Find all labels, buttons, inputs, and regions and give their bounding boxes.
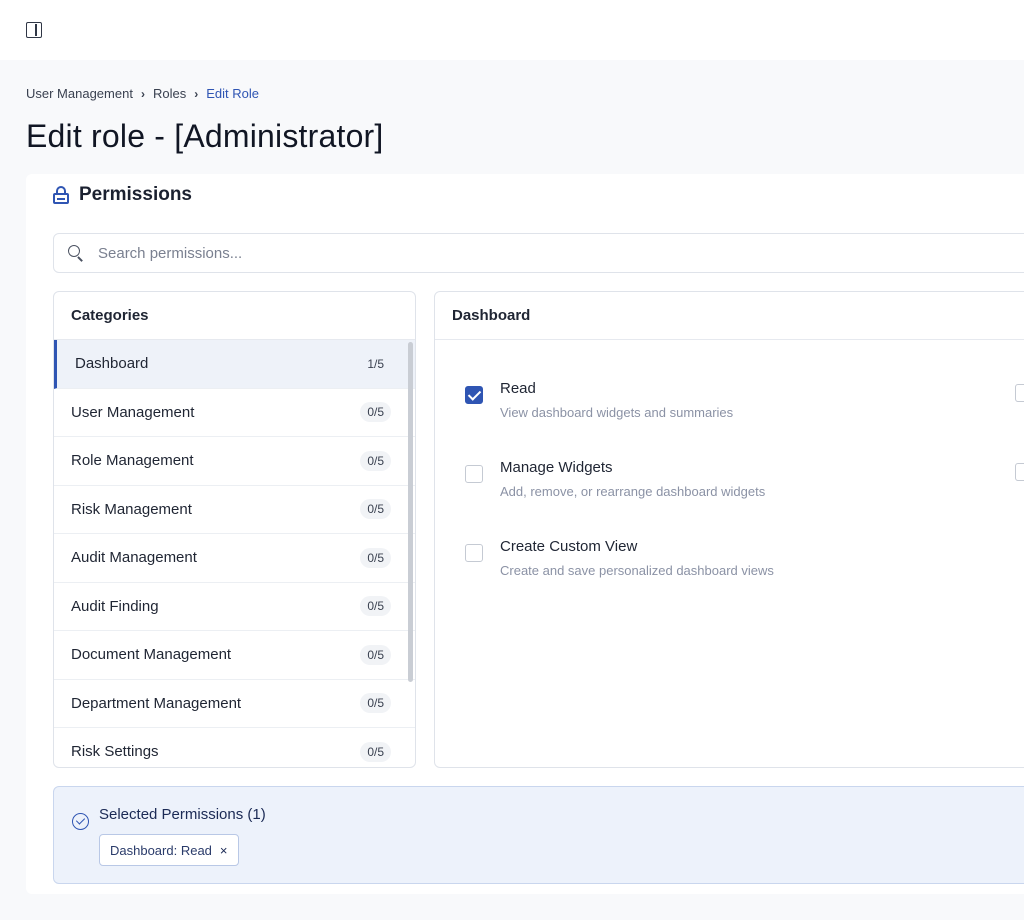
- category-count: 0/5: [360, 450, 391, 471]
- category-item-risk-management[interactable]: Risk Management 0/5: [54, 486, 415, 534]
- category-count: 0/5: [360, 596, 391, 617]
- category-label: Risk Management: [71, 500, 192, 518]
- permission-checkbox-manage-widgets[interactable]: [465, 465, 483, 483]
- search-input[interactable]: [98, 244, 998, 262]
- permission-checkbox-extra[interactable]: [1015, 463, 1024, 481]
- category-item-document-management[interactable]: Document Management 0/5: [54, 631, 415, 680]
- categories-panel: Categories Dashboard 1/5 User Management…: [53, 291, 416, 768]
- permission-name: Manage Widgets: [500, 459, 613, 476]
- category-item-department-management[interactable]: Department Management 0/5: [54, 680, 415, 728]
- category-item-dashboard[interactable]: Dashboard 1/5: [54, 340, 415, 389]
- breadcrumb: User Management › Roles › Edit Role: [26, 86, 259, 101]
- search-icon: [68, 245, 84, 261]
- category-count: 0/5: [360, 547, 391, 568]
- search-box: [53, 233, 1024, 273]
- details-header: Dashboard: [435, 292, 1024, 340]
- breadcrumb-separator: ›: [194, 86, 199, 101]
- top-bar: [0, 0, 1024, 60]
- selected-permissions-title: Selected Permissions (1): [99, 806, 266, 823]
- page-title: Edit role - [Administrator]: [26, 118, 384, 154]
- category-label: User Management: [71, 403, 195, 421]
- sidebar-toggle-icon[interactable]: [26, 22, 42, 38]
- permission-details-panel: Dashboard Read View dashboard widgets an…: [434, 291, 1024, 768]
- breadcrumb-separator: ›: [140, 86, 145, 101]
- categories-list: Dashboard 1/5 User Management 0/5 Role M…: [54, 340, 415, 767]
- permissions-header: Permissions: [53, 184, 192, 206]
- close-icon[interactable]: ×: [220, 843, 228, 858]
- permission-description: Create and save personalized dashboard v…: [500, 563, 774, 578]
- breadcrumb-item-user-management[interactable]: User Management: [26, 86, 133, 101]
- category-item-role-management[interactable]: Role Management 0/5: [54, 437, 415, 486]
- category-count: 0/5: [360, 499, 391, 520]
- permission-checkbox-read[interactable]: [465, 386, 483, 404]
- permission-name: Create Custom View: [500, 538, 638, 555]
- category-label: Dashboard: [75, 355, 149, 373]
- selected-permissions-panel: Selected Permissions (1) Dashboard: Read…: [53, 786, 1024, 884]
- permission-checkbox-extra[interactable]: [1015, 384, 1024, 402]
- breadcrumb-item-roles[interactable]: Roles: [153, 86, 186, 101]
- permission-description: Add, remove, or rearrange dashboard widg…: [500, 484, 766, 499]
- category-count: 0/5: [360, 741, 391, 762]
- category-label: Audit Finding: [71, 597, 159, 615]
- category-count: 0/5: [360, 402, 391, 423]
- category-label: Role Management: [71, 452, 194, 470]
- category-label: Department Management: [71, 694, 242, 712]
- permission-description: View dashboard widgets and summaries: [500, 405, 734, 420]
- category-label: Document Management: [71, 646, 232, 664]
- permission-name: Read: [500, 380, 536, 397]
- categories-header: Categories: [54, 292, 415, 340]
- category-count: 0/5: [360, 644, 391, 665]
- category-item-user-management[interactable]: User Management 0/5: [54, 389, 415, 437]
- category-label: Audit Management: [71, 549, 197, 567]
- categories-scrollbar[interactable]: [408, 342, 413, 682]
- category-label: Risk Settings: [71, 743, 159, 761]
- selected-permission-chip: Dashboard: Read ×: [99, 834, 239, 866]
- category-item-audit-finding[interactable]: Audit Finding 0/5: [54, 583, 415, 631]
- chip-label: Dashboard: Read: [110, 842, 212, 858]
- permissions-title: Permissions: [79, 184, 192, 205]
- check-circle-icon: [72, 813, 89, 830]
- permission-checkbox-create-custom-view[interactable]: [465, 544, 483, 562]
- permissions-card: Permissions Categories Dashboard 1/5 Use…: [26, 174, 1024, 894]
- category-item-risk-settings[interactable]: Risk Settings 0/5: [54, 728, 415, 767]
- category-item-audit-management[interactable]: Audit Management 0/5: [54, 534, 415, 583]
- category-count: 0/5: [360, 693, 391, 714]
- category-count: 1/5: [367, 356, 384, 371]
- lock-icon: [53, 186, 69, 204]
- breadcrumb-current: Edit Role: [206, 86, 259, 101]
